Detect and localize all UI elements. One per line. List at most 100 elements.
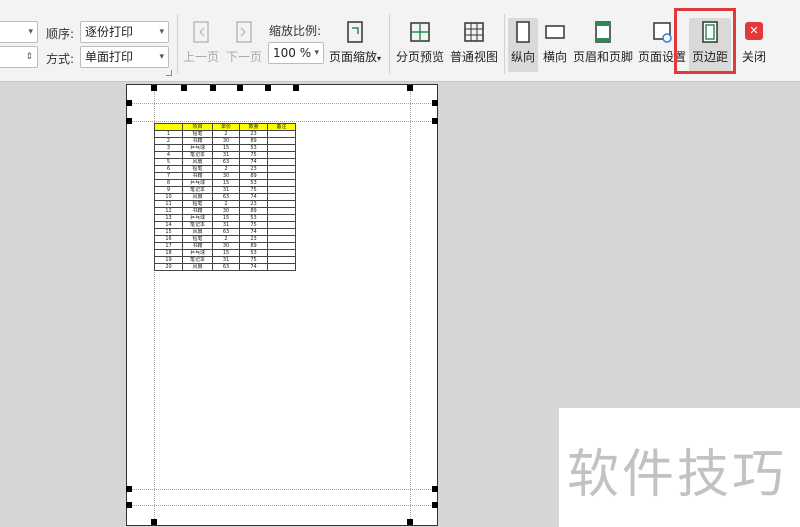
table-cell xyxy=(267,193,296,201)
table-cell: 2 xyxy=(212,130,240,138)
table-cell xyxy=(267,214,296,222)
table-cell: 18 xyxy=(154,249,183,257)
table-cell: 30 xyxy=(212,137,240,145)
zoom-select[interactable]: 100 % ▾ xyxy=(268,42,324,64)
corner-expand-icon[interactable] xyxy=(166,70,172,76)
table-cell: 笔记本 xyxy=(182,186,213,194)
table-cell: 笔记本 xyxy=(182,256,213,264)
divider xyxy=(389,14,390,74)
column-header: 单价 xyxy=(212,123,240,131)
next-page-button[interactable]: 下一页 xyxy=(224,18,264,72)
close-icon: ✕ xyxy=(745,22,763,40)
margin-handle[interactable] xyxy=(151,519,157,525)
table-cell: 63 xyxy=(212,263,240,271)
table-row: 15 风扇 63 74 xyxy=(154,228,296,236)
copies-spinner[interactable]: ⇕ xyxy=(0,46,38,68)
table-cell: 74 xyxy=(239,263,268,271)
table-cell: 31 xyxy=(212,151,240,159)
table-cell: 铅笔 xyxy=(182,165,213,173)
margin-handle[interactable] xyxy=(151,85,157,91)
table-cell: 89 xyxy=(239,172,268,180)
table-cell xyxy=(267,165,296,173)
page-zoom-button[interactable]: 页面缩放▾ xyxy=(326,18,384,72)
table-cell xyxy=(267,207,296,215)
table-cell xyxy=(267,144,296,152)
order-label: 顺序: xyxy=(46,27,75,41)
next-page-icon xyxy=(233,20,255,44)
table-row: 7 书籍 30 89 xyxy=(154,172,296,180)
table-cell: 31 xyxy=(212,221,240,229)
table-cell: 铅笔 xyxy=(182,200,213,208)
table-cell: 74 xyxy=(239,228,268,236)
table-cell: 53 xyxy=(239,249,268,257)
column-header: 项目 xyxy=(182,123,213,131)
copies-combo[interactable]: ▾ xyxy=(0,21,38,43)
margin-handle[interactable] xyxy=(126,100,132,106)
chevron-down-icon: ▾ xyxy=(159,27,164,37)
table-cell xyxy=(267,137,296,145)
table-row: 16 铅笔 2 23 xyxy=(154,235,296,243)
margin-handle[interactable] xyxy=(126,118,132,124)
table-cell: 16 xyxy=(154,235,183,243)
table-cell: 23 xyxy=(239,130,268,138)
margin-guide-footer xyxy=(127,489,437,490)
table-cell: 13 xyxy=(154,214,183,222)
landscape-icon xyxy=(544,20,566,44)
table-cell: 7 xyxy=(154,172,183,180)
table-row: 19 笔记本 31 75 xyxy=(154,256,296,264)
table-cell: 23 xyxy=(239,200,268,208)
table-cell: 铅笔 xyxy=(182,130,213,138)
table-cell: 2 xyxy=(212,235,240,243)
spinner-icon: ⇕ xyxy=(25,52,33,62)
margin-guide-bottom xyxy=(127,505,437,506)
mode-select[interactable]: 单面打印 ▾ xyxy=(80,46,169,68)
margin-handle[interactable] xyxy=(293,85,299,91)
table-row: 18 乒乓球 15 53 xyxy=(154,249,296,257)
order-select[interactable]: 逐份打印 ▾ xyxy=(80,21,169,43)
table-row: 9 笔记本 31 75 xyxy=(154,186,296,194)
table-row: 17 书籍 30 89 xyxy=(154,242,296,250)
table-cell: 75 xyxy=(239,151,268,159)
close-button[interactable]: ✕ 关闭 xyxy=(738,18,770,72)
margin-handle[interactable] xyxy=(210,85,216,91)
margin-guide-header xyxy=(127,121,437,122)
spreadsheet-preview: 项目 单价 数量 备注 1 铅笔 2 23 2 书籍 30 89 3 乒乓球 15 53 4 笔记本 31 7… xyxy=(154,123,296,271)
header-footer-button[interactable]: 页眉和页脚 xyxy=(573,18,633,72)
table-cell xyxy=(267,263,296,271)
normal-view-button[interactable]: 普通视图 xyxy=(448,18,500,72)
margin-handle[interactable] xyxy=(265,85,271,91)
margin-handle[interactable] xyxy=(181,85,187,91)
table-cell: 31 xyxy=(212,256,240,264)
margin-handle[interactable] xyxy=(237,85,243,91)
table-cell xyxy=(267,256,296,264)
margin-handle[interactable] xyxy=(432,486,438,492)
portrait-button[interactable]: 纵向 xyxy=(508,18,538,72)
table-cell: 15 xyxy=(212,214,240,222)
landscape-button[interactable]: 横向 xyxy=(541,18,569,72)
margin-handle[interactable] xyxy=(126,486,132,492)
margin-handle[interactable] xyxy=(432,100,438,106)
table-row: 8 乒乓球 15 53 xyxy=(154,179,296,187)
table-cell: 笔记本 xyxy=(182,151,213,159)
mode-value: 单面打印 xyxy=(85,50,134,64)
divider xyxy=(504,14,505,74)
table-cell: 书籍 xyxy=(182,172,213,180)
table-cell: 书籍 xyxy=(182,207,213,215)
table-cell xyxy=(267,228,296,236)
page-break-preview-button[interactable]: 分页预览 xyxy=(394,18,446,72)
prev-page-button[interactable]: 上一页 xyxy=(180,18,222,72)
margin-handle[interactable] xyxy=(432,118,438,124)
margin-handle[interactable] xyxy=(407,519,413,525)
table-cell xyxy=(267,235,296,243)
table-cell: 风扇 xyxy=(182,193,213,201)
page-break-preview-label: 分页预览 xyxy=(395,50,444,64)
margin-handle[interactable] xyxy=(407,85,413,91)
table-cell: 乒乓球 xyxy=(182,214,213,222)
table-cell: 75 xyxy=(239,256,268,264)
margin-handle[interactable] xyxy=(432,502,438,508)
table-cell: 乒乓球 xyxy=(182,249,213,257)
margin-handle[interactable] xyxy=(126,502,132,508)
table-row: 20 风扇 63 74 xyxy=(154,263,296,271)
table-cell: 74 xyxy=(239,158,268,166)
table-cell xyxy=(267,221,296,229)
